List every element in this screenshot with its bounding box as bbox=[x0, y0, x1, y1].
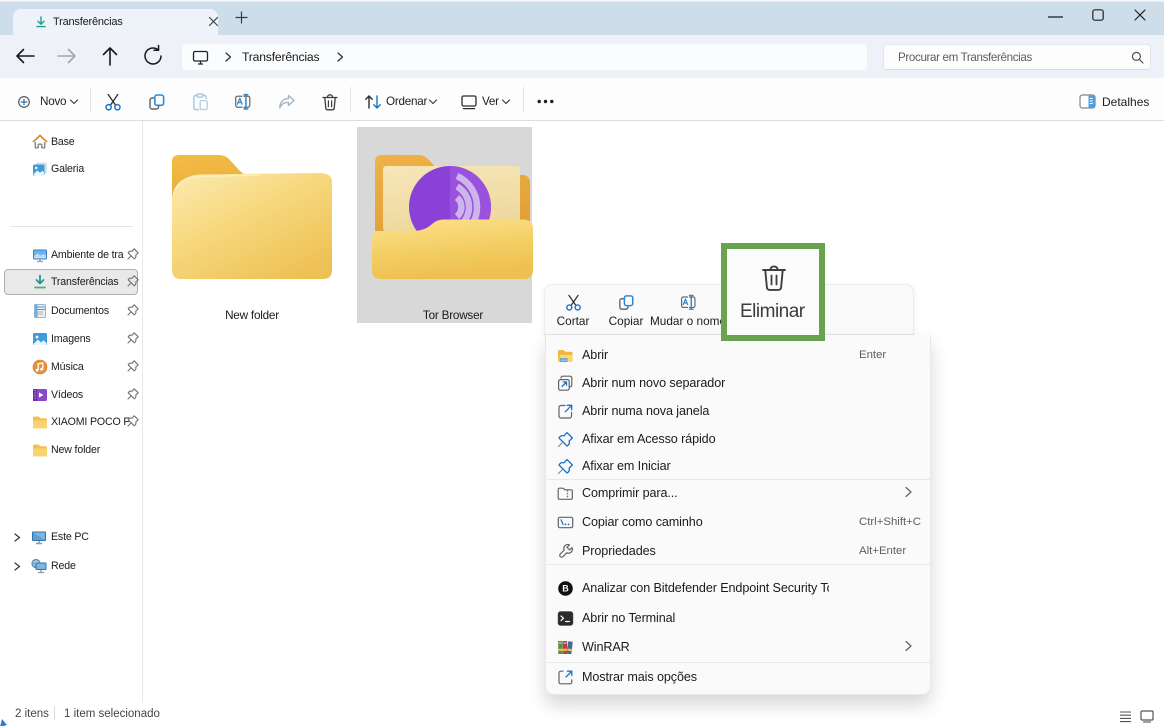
svg-text:B: B bbox=[562, 583, 569, 593]
